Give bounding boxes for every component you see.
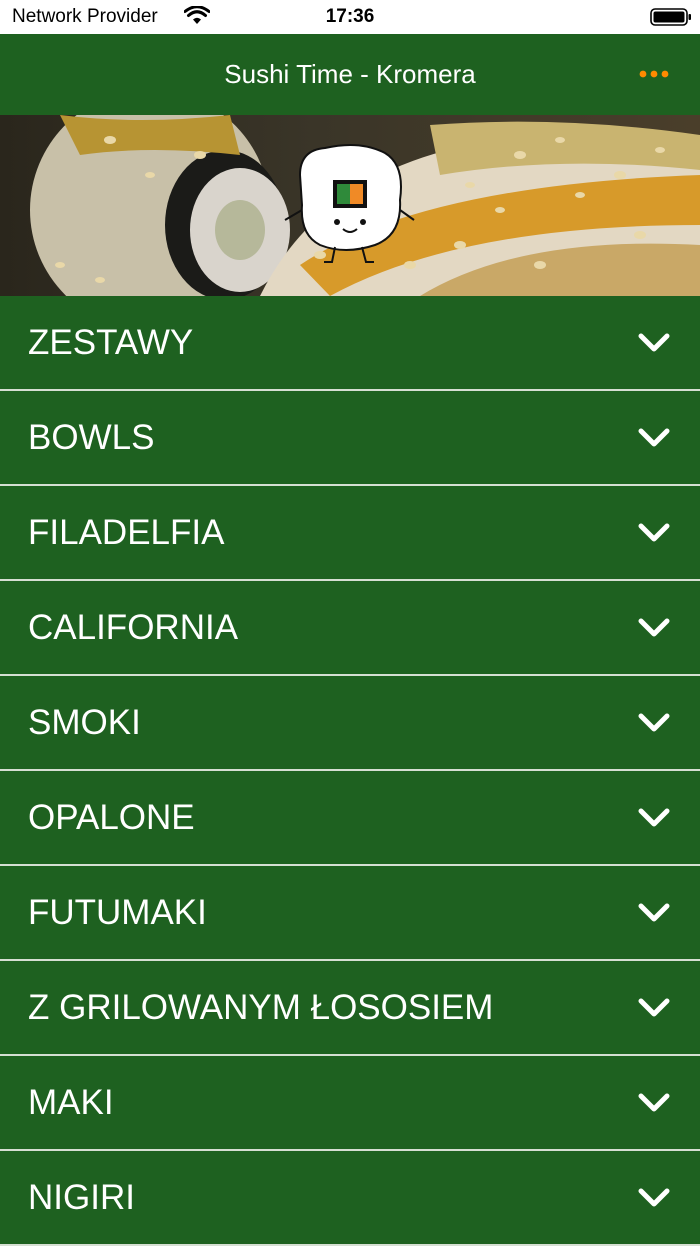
status-bar: Network Provider 17:36: [0, 0, 700, 34]
chevron-down-icon: [638, 808, 670, 827]
category-row-nigiri[interactable]: NIGIRI: [0, 1151, 700, 1246]
category-label: NIGIRI: [28, 1178, 135, 1217]
chevron-down-icon: [638, 333, 670, 352]
category-label: FILADELFIA: [28, 513, 225, 552]
category-row-zestawy[interactable]: ZESTAWY: [0, 296, 700, 391]
category-row-opalone[interactable]: OPALONE: [0, 771, 700, 866]
chevron-down-icon: [638, 1188, 670, 1207]
category-row-z-grilowanym-lososiem[interactable]: Z GRILOWANYM ŁOSOSIEM: [0, 961, 700, 1056]
category-row-filadelfia[interactable]: FILADELFIA: [0, 486, 700, 581]
clock-time: 17:36: [325, 6, 375, 27]
chevron-down-icon: [638, 618, 670, 637]
category-label: Z GRILOWANYM ŁOSOSIEM: [28, 988, 494, 1027]
category-row-futumaki[interactable]: FUTUMAKI: [0, 866, 700, 961]
category-label: BOWLS: [28, 418, 155, 457]
chevron-down-icon: [638, 998, 670, 1017]
hero-banner: [0, 115, 700, 296]
page-title: Sushi Time - Kromera: [224, 59, 476, 89]
chevron-down-icon: [638, 713, 670, 732]
category-row-smoki[interactable]: SMOKI: [0, 676, 700, 771]
category-row-bowls[interactable]: BOWLS: [0, 391, 700, 486]
category-label: CALIFORNIA: [28, 608, 239, 647]
battery-icon: [650, 8, 691, 26]
chevron-down-icon: [638, 1093, 670, 1112]
category-label: OPALONE: [28, 798, 195, 837]
ellipsis-icon[interactable]: [636, 62, 672, 86]
category-label: ZESTAWY: [28, 323, 194, 362]
sushi-photo: [0, 115, 700, 296]
chevron-down-icon: [638, 903, 670, 922]
category-label: SMOKI: [28, 703, 141, 742]
category-label: MAKI: [28, 1083, 114, 1122]
chevron-down-icon: [638, 523, 670, 542]
chevron-down-icon: [638, 428, 670, 447]
category-row-california[interactable]: CALIFORNIA: [0, 581, 700, 676]
category-list: ZESTAWY BOWLS FILADELFIA CALIFORNIA SMOK…: [0, 296, 700, 1246]
category-label: FUTUMAKI: [28, 893, 207, 932]
category-row-maki[interactable]: MAKI: [0, 1056, 700, 1151]
nav-bar: Sushi Time - Kromera: [0, 34, 700, 115]
